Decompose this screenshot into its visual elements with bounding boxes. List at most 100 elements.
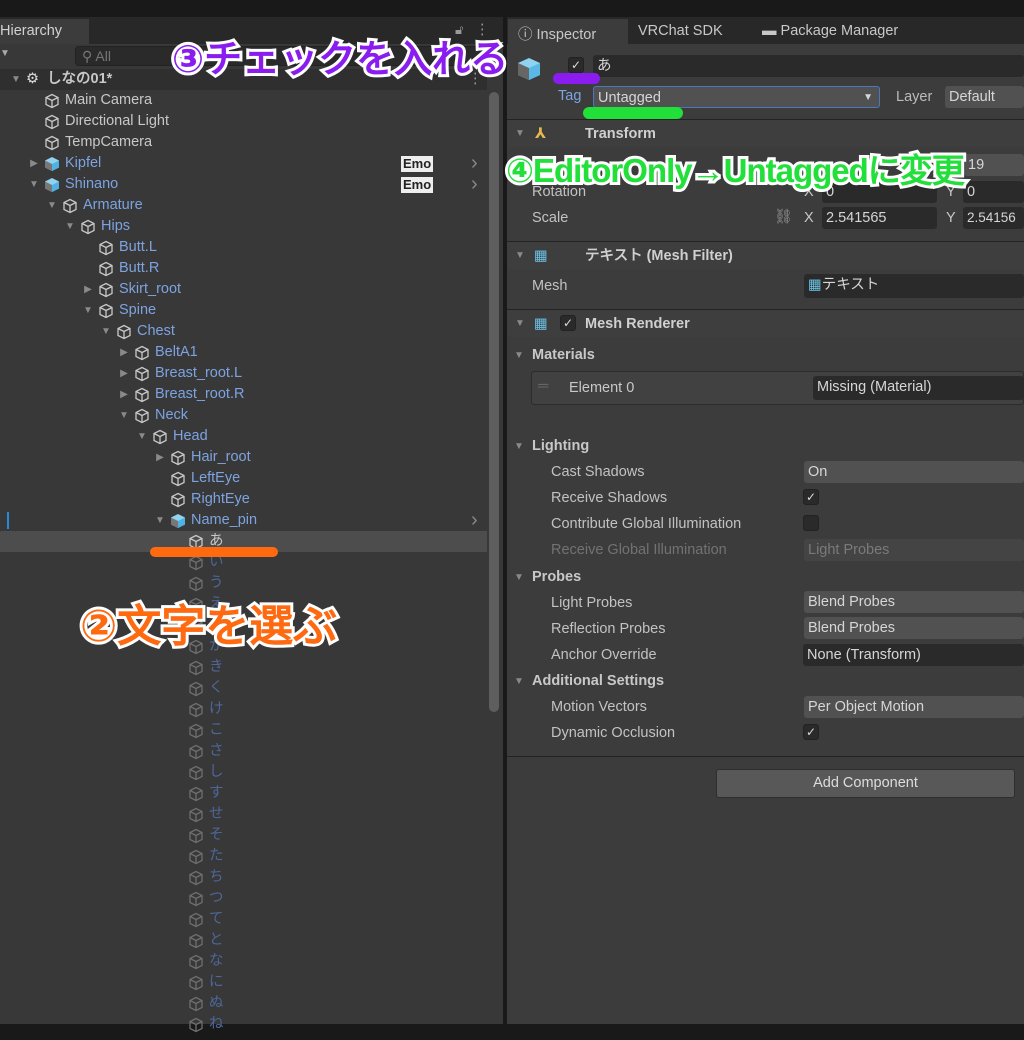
hierarchy-item[interactable]: ▼ Hips [0,216,487,237]
annotation-step3-fill: ③チェックを入れる [172,39,509,81]
scale-y-field[interactable]: 2.54156 [963,207,1024,229]
hierarchy-item[interactable]: ▼ Shinano Emo › [0,174,487,195]
dynamic-occlusion-checkbox[interactable]: ✓ [803,724,819,740]
mesh-renderer-header[interactable]: ▼ ▦ ✓ Mesh Renderer [507,309,1024,337]
mesh-field[interactable]: ▦テキスト [804,274,1024,298]
collapsed-arrow-icon[interactable]: ▶ [82,279,94,300]
hierarchy-item[interactable]: せ [0,804,487,825]
tab-inspector[interactable]: ⓘ Inspector [508,19,628,44]
mesh-renderer-enabled-checkbox[interactable]: ✓ [560,315,576,331]
hierarchy-item[interactable]: て [0,909,487,930]
hierarchy-item[interactable]: Butt.R [0,258,487,279]
hierarchy-item[interactable]: く [0,678,487,699]
hierarchy-item[interactable]: ▶ Kipfel Emo › [0,153,487,174]
hierarchy-item[interactable]: ▼ Chest [0,321,487,342]
expanded-arrow-icon[interactable]: ▼ [100,321,112,342]
hierarchy-item[interactable]: そ [0,825,487,846]
additional-settings-label: Additional Settings [532,673,665,689]
collapsed-arrow-icon[interactable]: ▶ [154,447,166,468]
collapsed-arrow-icon[interactable]: ▶ [28,153,40,174]
gameobject-icon [134,366,150,382]
hierarchy-item[interactable]: に [0,972,487,993]
hierarchy-item[interactable]: ▶ Breast_root.L [0,363,487,384]
hierarchy-item[interactable]: ▶ BeltA1 [0,342,487,363]
hierarchy-item[interactable]: け [0,699,487,720]
tab-hierarchy[interactable]: Hierarchy [0,19,89,44]
hierarchy-item[interactable]: Butt.L [0,237,487,258]
contribute-gi-checkbox[interactable] [803,515,819,531]
hierarchy-item[interactable]: し [0,762,487,783]
active-checkbox[interactable]: ✓ [568,57,584,73]
drag-handle-icon[interactable]: ═ [538,378,548,394]
cast-shadows-dropdown[interactable]: On [804,461,1024,483]
additional-settings-foldout-icon[interactable]: ▼ [514,676,524,687]
motion-vectors-dropdown[interactable]: Per Object Motion [804,696,1024,718]
transform-header[interactable]: ▼ ⅄ Transform [507,119,1024,147]
rotation-y-field[interactable]: 0 [963,181,1024,203]
hierarchy-item[interactable]: ね [0,1014,487,1035]
hierarchy-item[interactable]: ▼ Head [0,426,487,447]
collapsed-arrow-icon[interactable]: ▶ [118,342,130,363]
hierarchy-item[interactable]: さ [0,741,487,762]
expanded-arrow-icon[interactable]: ▼ [82,300,94,321]
open-prefab-chevron-icon[interactable]: › [471,174,478,194]
layer-dropdown[interactable]: Default [945,86,1024,108]
add-component-button[interactable]: Add Component [716,769,1015,798]
element-0-field[interactable]: Missing (Material) [813,376,1024,400]
scale-x-field[interactable]: 2.541565 [822,207,937,229]
hierarchy-item[interactable]: な [0,951,487,972]
collapsed-arrow-icon[interactable]: ▶ [118,363,130,384]
open-prefab-chevron-icon[interactable]: › [471,153,478,173]
expanded-arrow-icon[interactable]: ▼ [136,426,148,447]
expanded-arrow-icon[interactable]: ▼ [154,510,166,531]
hierarchy-item[interactable]: ▶ Skirt_root [0,279,487,300]
position-y-field[interactable]: 19 [964,154,1024,176]
hierarchy-item[interactable]: ち [0,867,487,888]
hierarchy-item[interactable]: こ [0,720,487,741]
hierarchy-item[interactable]: ぬ [0,993,487,1014]
open-prefab-chevron-icon[interactable]: › [471,510,478,530]
expanded-arrow-icon[interactable]: ▼ [28,174,40,195]
object-name-input[interactable]: あ [593,55,1024,77]
hierarchy-item-label: ね [209,1016,224,1032]
hierarchy-item[interactable]: ▶ Breast_root.R [0,384,487,405]
hierarchy-item[interactable]: Directional Light [0,111,487,132]
hierarchy-item[interactable]: TempCamera [0,132,487,153]
tab-vrchat-sdk[interactable]: VRChat SDK [638,19,723,44]
reflection-probes-dropdown[interactable]: Blend Probes [804,617,1024,639]
expanded-arrow-icon[interactable]: ▼ [46,195,58,216]
hierarchy-item[interactable]: と [0,930,487,951]
hierarchy-item[interactable]: き [0,657,487,678]
tab-package-manager[interactable]: ▬ Package Manager [762,19,898,44]
collapsed-arrow-icon[interactable]: ▶ [118,384,130,405]
gameobject-icon [98,240,114,256]
expanded-arrow-icon[interactable]: ▼ [118,405,130,426]
mesh-filter-header[interactable]: ▼ ▦ テキスト (Mesh Filter) [507,241,1024,269]
create-dropdown-icon[interactable]: ▼ [0,48,10,59]
hierarchy-item[interactable]: LeftEye [0,468,487,489]
light-probes-dropdown[interactable]: Blend Probes [804,591,1024,613]
hierarchy-item[interactable]: Main Camera [0,90,487,111]
hierarchy-item[interactable]: す [0,783,487,804]
hierarchy-item[interactable]: ▼ Spine [0,300,487,321]
gameobject-icon [98,282,114,298]
materials-foldout-icon[interactable]: ▼ [514,350,524,361]
hierarchy-item[interactable]: ▶ Hair_root [0,447,487,468]
tag-dropdown[interactable]: Untagged ▼ [593,86,880,108]
hierarchy-item[interactable]: た [0,846,487,867]
hierarchy-item-label: Kipfel [65,155,102,171]
hierarchy-item[interactable]: ▼ Neck [0,405,487,426]
hierarchy-scrollbar[interactable] [489,92,499,712]
expanded-arrow-icon[interactable]: ▼ [64,216,76,237]
hierarchy-item-label: しなの01* [47,71,113,87]
probes-foldout-icon[interactable]: ▼ [514,572,524,583]
hierarchy-item[interactable]: つ [0,888,487,909]
anchor-override-field[interactable]: None (Transform) [803,644,1024,666]
expanded-arrow-icon[interactable]: ▼ [10,69,22,90]
receive-shadows-checkbox[interactable]: ✓ [803,489,819,505]
lighting-foldout-icon[interactable]: ▼ [514,441,524,452]
unlink-icon[interactable]: ⛓︎ [774,208,792,225]
hierarchy-item[interactable]: ▼ Armature [0,195,487,216]
hierarchy-item[interactable]: ▼ Name_pin › [0,510,487,531]
hierarchy-item[interactable]: RightEye [0,489,487,510]
